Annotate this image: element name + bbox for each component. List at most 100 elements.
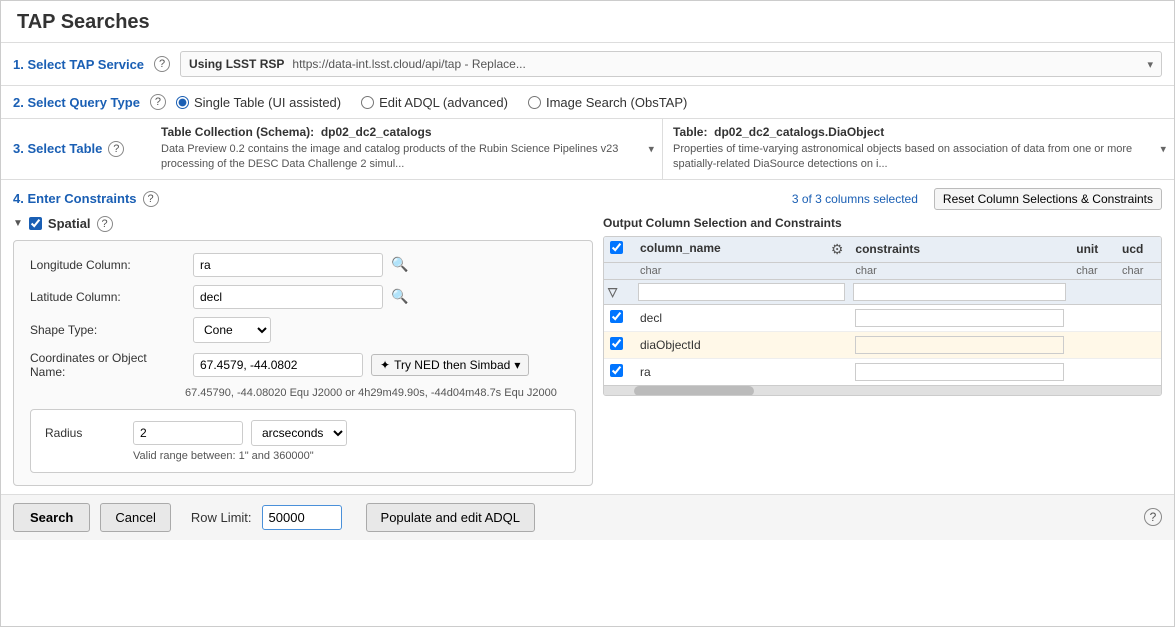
scrollbar-thumb[interactable] [634, 386, 754, 396]
row-constraints-input-0[interactable] [855, 309, 1064, 327]
coord-resolved: 67.45790, -44.08020 Equ J2000 or 4h29m49… [185, 387, 576, 399]
col-header-unit: unit [1070, 237, 1116, 263]
filter-icon: ▽ [608, 285, 617, 299]
page-title: TAP Searches [1, 1, 1174, 43]
row-constraints-cell-1[interactable] [849, 331, 1070, 358]
cancel-button[interactable]: Cancel [100, 503, 170, 532]
app-container: TAP Searches 1. Select TAP Service ? Usi… [0, 0, 1175, 627]
step2-label: 2. Select Query Type [13, 95, 140, 110]
table-row: ra [604, 358, 1161, 385]
ned-simbad-btn[interactable]: ✦ Try NED then Simbad ▾ [371, 354, 529, 376]
constraints-header-left: 4. Enter Constraints ? [13, 191, 159, 207]
section-tap-service: 1. Select TAP Service ? Using LSST RSP h… [1, 43, 1174, 86]
spatial-checkbox[interactable] [29, 217, 42, 230]
longitude-label: Longitude Column: [30, 258, 185, 272]
step3-help-icon[interactable]: ? [108, 141, 124, 157]
table-title-prefix: Table: [673, 125, 707, 139]
shape-select[interactable]: Cone Polygon Range [193, 317, 271, 343]
spatial-help-icon[interactable]: ? [97, 216, 113, 232]
latitude-input[interactable] [193, 285, 383, 309]
populate-adql-button[interactable]: Populate and edit ADQL [366, 503, 536, 532]
unit-select[interactable]: arcseconds arcminutes degrees [251, 420, 347, 446]
col-header-row: column_name ⚙ constraints unit ucd [604, 237, 1161, 263]
coord-input[interactable] [193, 353, 363, 377]
radio-image-input[interactable] [528, 96, 541, 109]
step4-label: 4. Enter Constraints [13, 191, 137, 206]
step3-label: 3. Select Table [13, 141, 102, 156]
coord-label: Coordinates or Object Name: [30, 351, 185, 379]
step1-help-icon[interactable]: ? [154, 56, 170, 72]
filter-unit-cell[interactable] [1070, 279, 1116, 304]
col-select-all[interactable] [610, 241, 623, 254]
collection-name: dp02_dc2_catalogs [321, 125, 432, 139]
filter-constraints-input[interactable] [853, 283, 1066, 301]
col-subheader-check [604, 262, 634, 279]
radius-input[interactable] [133, 421, 243, 445]
col-filter-row: ▽ [604, 279, 1161, 304]
table-detail-box[interactable]: Table: dp02_dc2_catalogs.DiaObject Prope… [663, 119, 1174, 179]
radio-single-table-label: Single Table (UI assisted) [194, 95, 341, 110]
row-checkbox-2[interactable] [610, 364, 623, 377]
row-limit-input[interactable] [262, 505, 342, 530]
step4-help-icon[interactable]: ? [143, 191, 159, 207]
step2-help-icon[interactable]: ? [150, 94, 166, 110]
col-subheader-ucd: char [1116, 262, 1161, 279]
radio-adql[interactable]: Edit ADQL (advanced) [361, 95, 508, 110]
radio-adql-input[interactable] [361, 96, 374, 109]
row-constraints-cell-0[interactable] [849, 304, 1070, 331]
bottom-help-icon[interactable]: ? [1144, 508, 1162, 526]
column-panel: Output Column Selection and Constraints … [603, 216, 1162, 486]
row-constraints-cell-2[interactable] [849, 358, 1070, 385]
table-detail-chevron: ▾ [1160, 142, 1166, 155]
row-check-cell[interactable] [604, 358, 634, 385]
radio-single-table[interactable]: Single Table (UI assisted) [176, 95, 341, 110]
filter-constraints-cell[interactable] [849, 279, 1070, 304]
radio-single-table-input[interactable] [176, 96, 189, 109]
spatial-toggle[interactable]: ▼ [13, 218, 23, 229]
columns-reset-area: 3 of 3 columns selected Reset Column Sel… [792, 188, 1162, 210]
row-constraints-input-1[interactable] [855, 336, 1064, 354]
row-unit-cell-2 [1070, 358, 1116, 385]
filter-ucd-cell[interactable] [1116, 279, 1161, 304]
search-button[interactable]: Search [13, 503, 90, 532]
table-row: decl [604, 304, 1161, 331]
gear-icon[interactable]: ⚙ [831, 241, 844, 258]
filter-name-input[interactable] [638, 283, 845, 301]
coord-row: Coordinates or Object Name: ✦ Try NED th… [30, 351, 576, 379]
ned-chevron: ▾ [514, 358, 520, 372]
table-name: dp02_dc2_catalogs.DiaObject [714, 125, 884, 139]
col-header-check[interactable] [604, 237, 634, 263]
ned-btn-label: Try NED then Simbad [394, 358, 510, 372]
reset-column-btn[interactable]: Reset Column Selections & Constraints [934, 188, 1162, 210]
constraints-body: ▼ Spatial ? Longitude Column: 🔍 Latitude… [13, 216, 1162, 486]
row-name-cell-0: decl [634, 304, 849, 331]
row-limit-label: Row Limit: [191, 510, 252, 525]
longitude-search-btn[interactable]: 🔍 [391, 256, 408, 273]
col-header-name: column_name ⚙ [634, 237, 849, 263]
row-ucd-cell-0 [1116, 304, 1161, 331]
table-collection-box[interactable]: Table Collection (Schema): dp02_dc2_cata… [151, 119, 663, 179]
row-checkbox-1[interactable] [610, 337, 623, 350]
scrollbar-track[interactable] [604, 385, 1161, 395]
filter-name-cell[interactable] [634, 279, 849, 304]
tap-service-dropdown[interactable]: Using LSST RSP https://data-int.lsst.clo… [180, 51, 1162, 77]
latitude-label: Latitude Column: [30, 290, 185, 304]
col-subheader-unit: char [1070, 262, 1116, 279]
row-constraints-input-2[interactable] [855, 363, 1064, 381]
longitude-input[interactable] [193, 253, 383, 277]
latitude-search-btn[interactable]: 🔍 [391, 288, 408, 305]
collection-title: Table Collection (Schema): dp02_dc2_cata… [161, 125, 652, 139]
radio-adql-label: Edit ADQL (advanced) [379, 95, 508, 110]
radio-image[interactable]: Image Search (ObsTAP) [528, 95, 687, 110]
tap-service-url: https://data-int.lsst.cloud/api/tap - Re… [292, 57, 525, 71]
col-subheader-row: char char char char [604, 262, 1161, 279]
tap-service-row: Using LSST RSP https://data-int.lsst.clo… [189, 57, 1147, 71]
table-row: diaObjectId [604, 331, 1161, 358]
row-check-cell[interactable] [604, 304, 634, 331]
step1-label: 1. Select TAP Service [13, 57, 144, 72]
row-checkbox-0[interactable] [610, 310, 623, 323]
row-ucd-cell-1 [1116, 331, 1161, 358]
row-check-cell[interactable] [604, 331, 634, 358]
col-table-wrapper[interactable]: column_name ⚙ constraints unit ucd char [603, 236, 1162, 396]
valid-range: Valid range between: 1" and 360000" [133, 450, 561, 462]
